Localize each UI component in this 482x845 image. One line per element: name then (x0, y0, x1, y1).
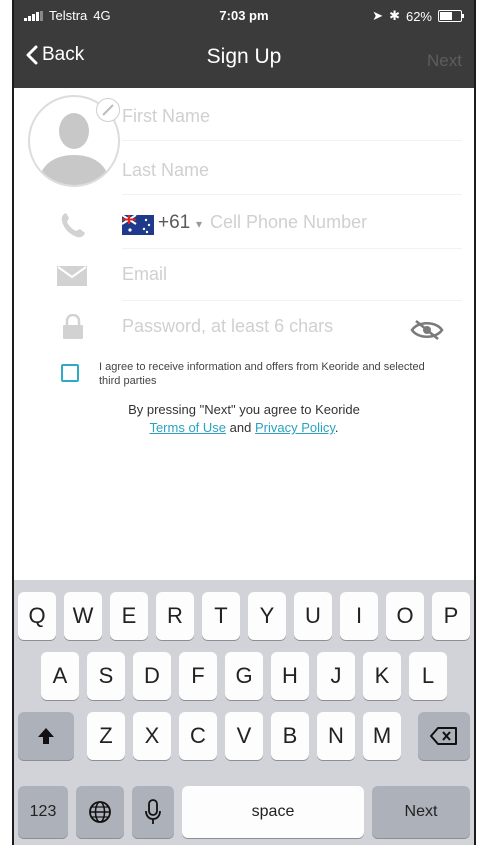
bluetooth-icon: ✱ (389, 8, 400, 23)
key-q[interactable]: Q (18, 592, 56, 640)
key-d[interactable]: D (133, 652, 171, 700)
battery-label: 62% (405, 8, 432, 24)
terms-links: Terms of Use and Privacy Policy. (14, 419, 474, 437)
key-e[interactable]: E (110, 592, 148, 640)
privacy-policy-link[interactable]: Privacy Policy (255, 420, 335, 435)
key-u[interactable]: U (294, 592, 332, 640)
consent-text: I agree to receive information and offer… (99, 361, 425, 387)
keyboard: Q W E R T Y U I O P A S D F G H J K L Z … (14, 580, 474, 845)
status-right: ➤ ✱ 62% (372, 8, 464, 24)
key-k[interactable]: K (363, 652, 401, 700)
envelope-icon (57, 266, 87, 286)
backspace-icon (430, 727, 457, 745)
numbers-key[interactable]: 123 (18, 786, 68, 838)
australia-flag-icon[interactable] (122, 215, 154, 235)
terms-prefix: By pressing "Next" you agree to Keoride (128, 402, 360, 417)
shift-arrow-icon (38, 728, 54, 744)
phone-icon (61, 213, 85, 238)
lock-icon (63, 314, 83, 339)
status-bar: Telstra 4G 7:03 pm ➤ ✱ 62% (14, 0, 474, 30)
key-z[interactable]: Z (87, 712, 125, 760)
phone-number-field[interactable]: Cell Phone Number (210, 212, 367, 233)
key-l[interactable]: L (409, 652, 447, 700)
divider (122, 300, 462, 301)
globe-icon (89, 801, 111, 823)
consent-checkbox[interactable] (61, 364, 79, 382)
divider (122, 140, 462, 141)
terms-of-use-link[interactable]: Terms of Use (149, 420, 226, 435)
divider (122, 248, 462, 249)
key-h[interactable]: H (271, 652, 309, 700)
battery-icon (438, 10, 464, 22)
delete-key[interactable] (418, 712, 470, 760)
key-a[interactable]: A (41, 652, 79, 700)
last-name-field[interactable]: Last Name (122, 160, 209, 181)
period-text: . (334, 420, 339, 435)
terms-notice: By pressing "Next" you agree to Keoride … (14, 401, 474, 437)
edit-photo-icon[interactable] (96, 98, 120, 122)
key-t[interactable]: T (202, 592, 240, 640)
and-text: and (229, 420, 252, 435)
key-p[interactable]: P (432, 592, 470, 640)
key-f[interactable]: F (179, 652, 217, 700)
divider (122, 194, 462, 195)
globe-key[interactable] (76, 786, 124, 838)
key-n[interactable]: N (317, 712, 355, 760)
key-i[interactable]: I (340, 592, 378, 640)
key-b[interactable]: B (271, 712, 309, 760)
key-v[interactable]: V (225, 712, 263, 760)
shift-key[interactable] (18, 712, 74, 760)
microphone-icon (145, 799, 161, 824)
phone-screen: Telstra 4G 7:03 pm ➤ ✱ 62% Back Sign Up … (12, 0, 476, 845)
next-button[interactable]: Next (427, 51, 462, 71)
key-s[interactable]: S (87, 652, 125, 700)
password-field[interactable]: Password, at least 6 chars (122, 316, 333, 337)
key-x[interactable]: X (133, 712, 171, 760)
country-code-selector[interactable]: +61 (158, 212, 190, 234)
key-j[interactable]: J (317, 652, 355, 700)
email-field[interactable]: Email (122, 264, 167, 285)
chevron-down-icon: ▾ (196, 217, 203, 231)
key-y[interactable]: Y (248, 592, 286, 640)
eye-slash-icon[interactable] (410, 319, 444, 341)
keyboard-next-key[interactable]: Next (372, 786, 470, 838)
key-c[interactable]: C (179, 712, 217, 760)
key-o[interactable]: O (386, 592, 424, 640)
key-g[interactable]: G (225, 652, 263, 700)
battery-fill (440, 12, 453, 20)
key-m[interactable]: M (363, 712, 401, 760)
dictation-key[interactable] (132, 786, 174, 838)
key-w[interactable]: W (64, 592, 102, 640)
location-icon: ➤ (372, 8, 384, 23)
first-name-field[interactable]: First Name (122, 106, 210, 127)
top-bar: Telstra 4G 7:03 pm ➤ ✱ 62% Back Sign Up … (14, 0, 474, 88)
space-key[interactable]: space (182, 786, 364, 838)
pencil-icon (102, 104, 114, 116)
key-r[interactable]: R (156, 592, 194, 640)
page-title: Sign Up (206, 45, 282, 68)
navigation-bar: Back Sign Up Next (14, 36, 474, 84)
